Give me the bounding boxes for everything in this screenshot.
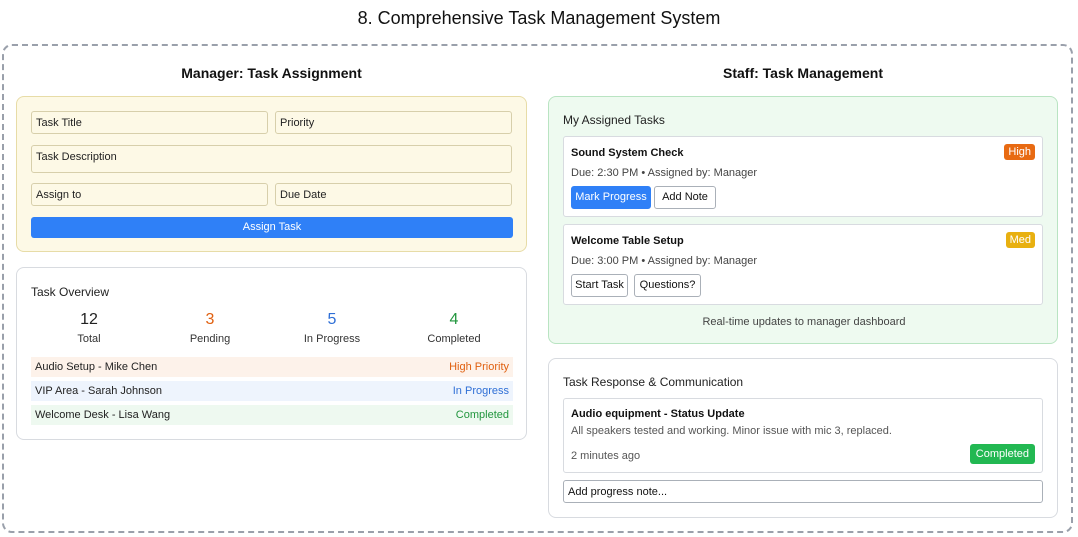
task-title-field[interactable]: Task Title: [31, 111, 268, 134]
realtime-footnote: Real-time updates to manager dashboard: [702, 316, 906, 328]
progress-note-input[interactable]: Add progress note...: [563, 480, 1043, 503]
priority-field[interactable]: Priority: [275, 111, 512, 134]
task-description-field[interactable]: Task Description: [31, 145, 512, 173]
stat-total-label: Total: [77, 333, 101, 345]
assign-task-button[interactable]: Assign Task: [31, 217, 513, 238]
stat-completed-label: Completed: [427, 333, 481, 345]
overview-row[interactable]: Audio Setup - Mike Chen High Priority: [31, 357, 513, 377]
manager-heading: Manager: Task Assignment: [181, 65, 362, 81]
mark-progress-button[interactable]: Mark Progress: [571, 186, 651, 209]
task-card: Welcome Table Setup Med Due: 3:00 PM • A…: [563, 224, 1043, 305]
communication-heading: Task Response & Communication: [563, 375, 744, 389]
stat-total-value: 12: [80, 311, 98, 328]
message-timestamp: 2 minutes ago: [571, 450, 641, 462]
task-card: Sound System Check High Due: 2:30 PM • A…: [563, 136, 1043, 217]
task-name: Welcome Table Setup: [571, 235, 684, 247]
staff-heading: Staff: Task Management: [723, 65, 883, 81]
stat-completed-value: 4: [449, 311, 459, 328]
message-body: All speakers tested and working. Minor i…: [571, 425, 892, 437]
assigned-tasks-card: My Assigned Tasks Sound System Check Hig…: [548, 96, 1058, 344]
add-note-button[interactable]: Add Note: [654, 186, 716, 209]
task-meta: Due: 3:00 PM • Assigned by: Manager: [571, 255, 758, 267]
assign-to-field[interactable]: Assign to: [31, 183, 268, 206]
due-date-field[interactable]: Due Date: [275, 183, 512, 206]
stat-in-progress-label: In Progress: [303, 333, 361, 345]
overview-row-status: Completed: [455, 409, 509, 421]
start-task-button[interactable]: Start Task: [571, 274, 628, 297]
task-meta: Due: 2:30 PM • Assigned by: Manager: [571, 167, 758, 179]
page-title: 8. Comprehensive Task Management System: [357, 8, 721, 28]
stat-pending-label: Pending: [189, 333, 231, 345]
overview-row-status: High Priority: [449, 361, 509, 373]
status-update-message: Audio equipment - Status Update All spea…: [563, 398, 1043, 473]
overview-row-status: In Progress: [452, 385, 509, 397]
overview-row-name: Audio Setup - Mike Chen: [35, 361, 158, 373]
stat-total: 12 Total: [29, 311, 149, 345]
overview-row[interactable]: Welcome Desk - Lisa Wang Completed: [31, 405, 513, 425]
stat-pending-value: 3: [205, 311, 215, 328]
assigned-tasks-heading: My Assigned Tasks: [563, 113, 665, 127]
stat-in-progress-value: 5: [327, 311, 337, 328]
overview-row-name: VIP Area - Sarah Johnson: [35, 385, 162, 397]
message-title: Audio equipment - Status Update: [571, 408, 745, 420]
task-overview-card: Task Overview 12 Total 3 Pending 5 In Pr…: [16, 267, 527, 440]
stat-completed: 4 Completed: [394, 311, 514, 345]
task-overview-heading: Task Overview: [31, 285, 110, 299]
task-name: Sound System Check: [571, 147, 684, 159]
stat-in-progress: 5 In Progress: [272, 311, 392, 345]
stat-pending: 3 Pending: [150, 311, 270, 345]
priority-badge: High: [1004, 144, 1035, 160]
task-assignment-form: Task Title Priority Task Description Ass…: [16, 96, 527, 252]
overview-row[interactable]: VIP Area - Sarah Johnson In Progress: [31, 381, 513, 401]
completed-badge: Completed: [969, 444, 1035, 464]
questions-button[interactable]: Questions?: [634, 274, 701, 297]
priority-badge: Med: [1005, 232, 1035, 248]
communication-card: Task Response & Communication Audio equi…: [548, 358, 1058, 518]
overview-row-name: Welcome Desk - Lisa Wang: [35, 409, 171, 421]
